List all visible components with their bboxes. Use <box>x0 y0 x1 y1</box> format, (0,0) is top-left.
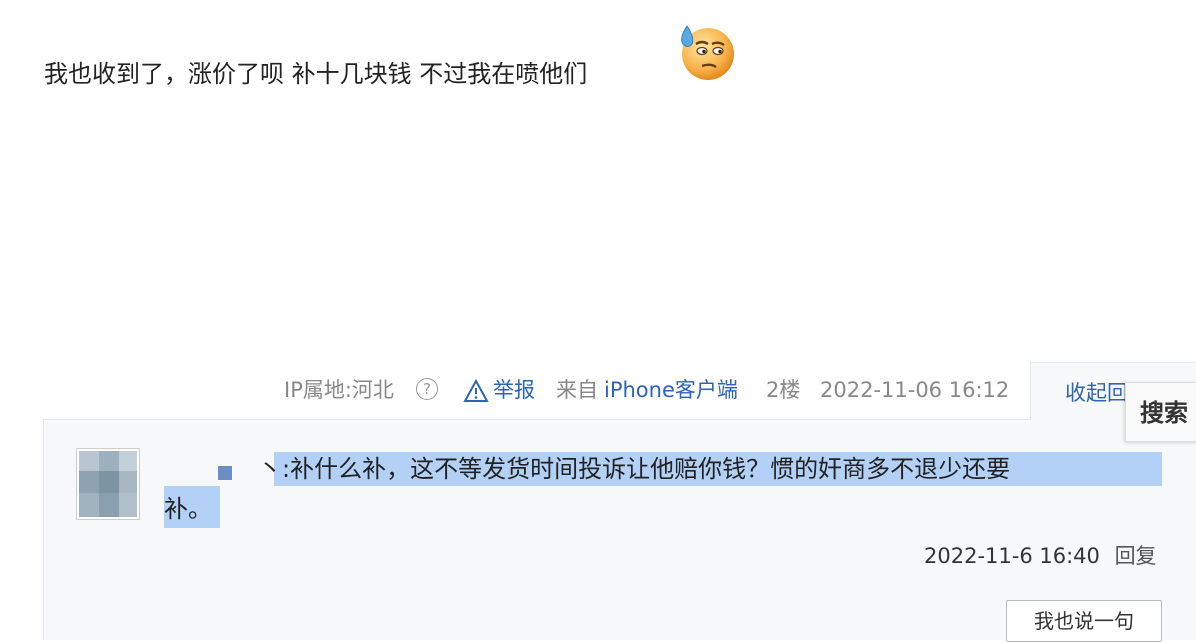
reply-meta: 2022-11-6 16:40 回复 <box>924 540 1157 570</box>
reply-button[interactable]: 回复 <box>1115 544 1157 568</box>
reply-username[interactable]: 丶: <box>258 455 290 483</box>
warning-icon[interactable] <box>463 379 489 403</box>
post-content: 我也收到了，涨价了呗 补十几块钱 不过我在喷他们 <box>44 60 588 88</box>
avatar[interactable] <box>76 448 140 520</box>
ip-location: IP属地:河北 <box>284 378 394 402</box>
reply-text-1: 补什么补，这不等发货时间投诉让他赔你钱？惯的奸商多不退少还要 <box>290 455 1011 483</box>
sweat-emoji-icon <box>681 25 734 80</box>
report-link[interactable]: 举报 <box>493 374 535 406</box>
floating-search-button[interactable]: 搜索 <box>1125 382 1196 442</box>
reply-time: 2022-11-6 16:40 <box>924 544 1100 568</box>
post-datetime: 2022-11-06 16:12 <box>820 378 1010 402</box>
floor-number: 2楼 <box>766 378 801 402</box>
reply-line-1: 丶:补什么补，这不等发货时间投诉让他赔你钱？惯的奸商多不退少还要 <box>258 450 1010 488</box>
user-badge-icon <box>218 466 232 480</box>
say-something-button[interactable]: 我也说一句 <box>1006 600 1162 642</box>
help-icon[interactable]: ? <box>416 378 438 400</box>
source-prefix: 来自 <box>556 378 598 402</box>
reply-text-2: 补。 <box>164 495 212 523</box>
client-link[interactable]: iPhone客户端 <box>604 374 738 406</box>
